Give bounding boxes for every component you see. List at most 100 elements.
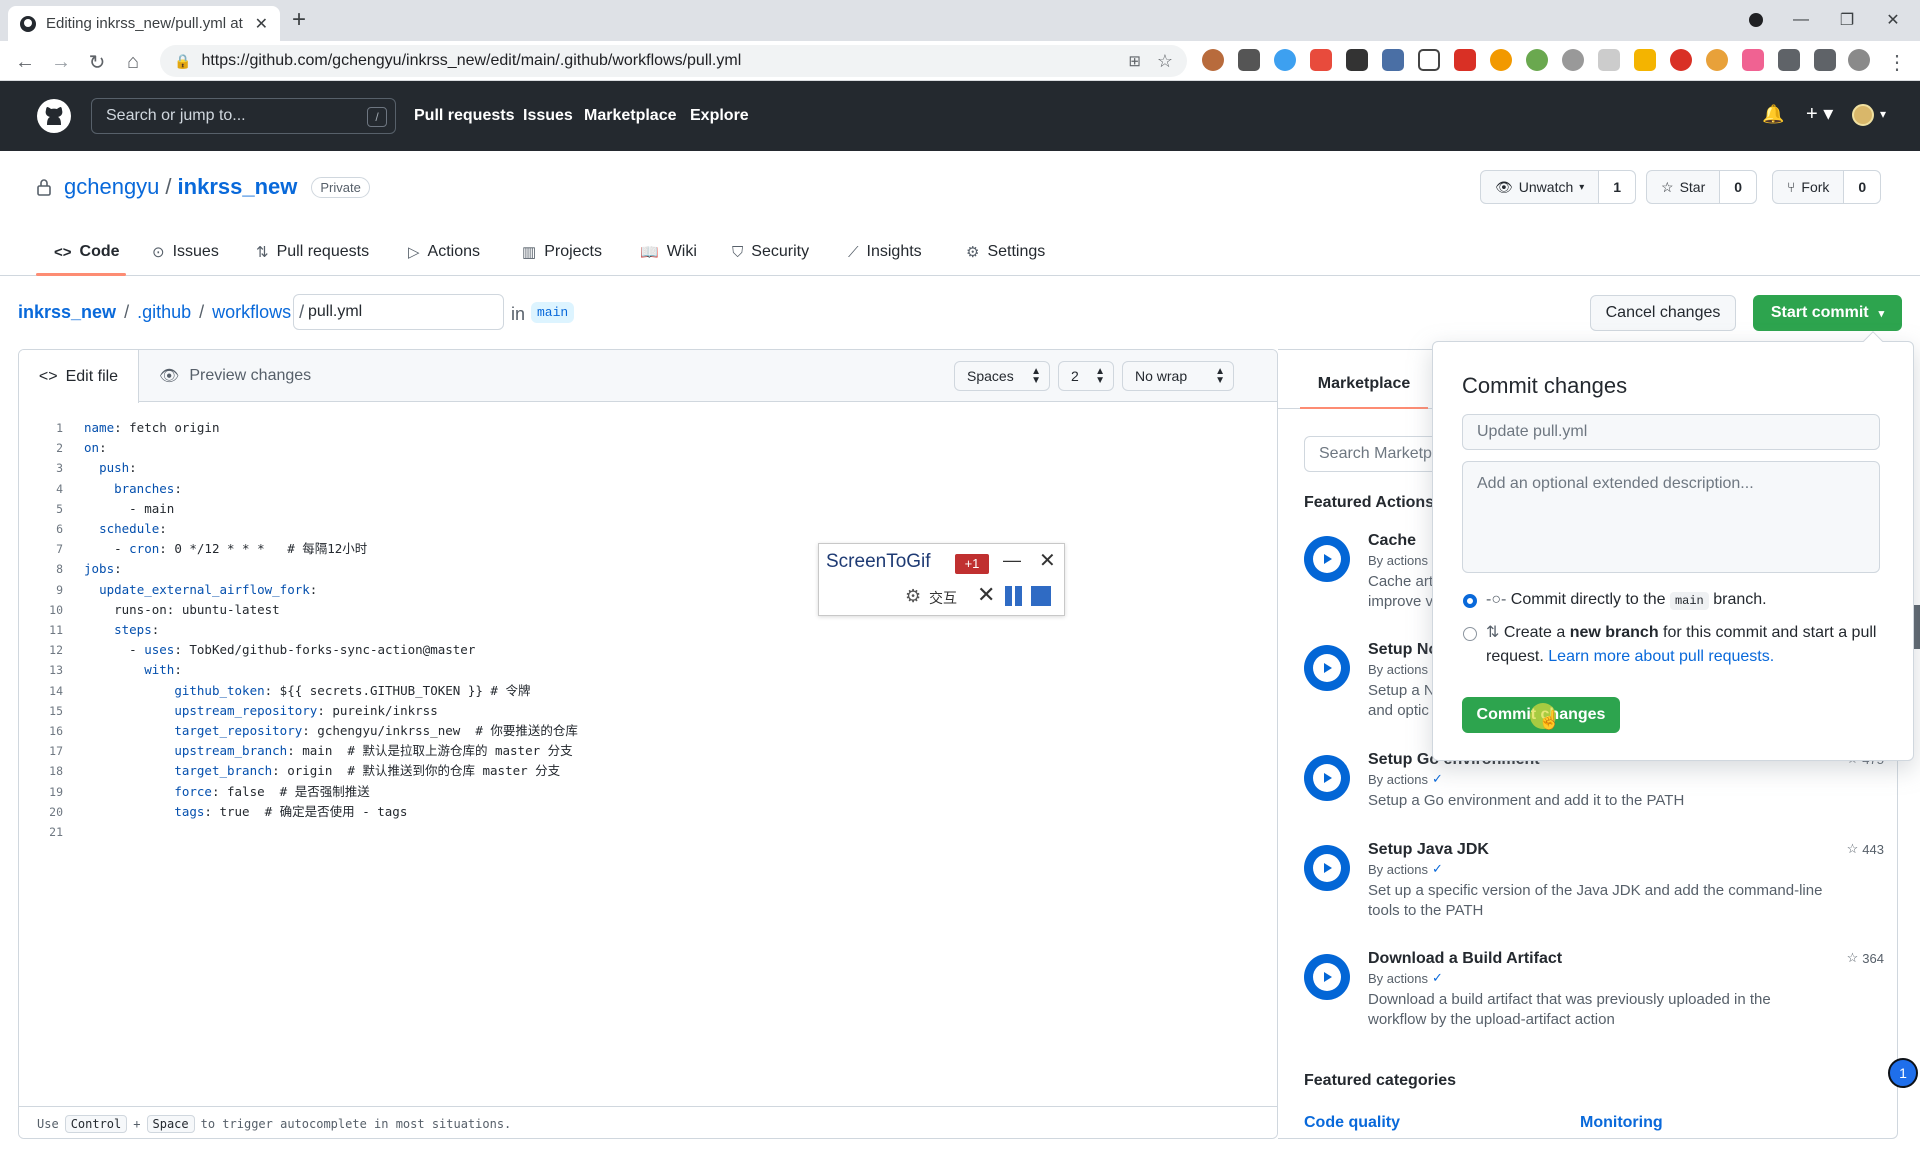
extension-icon[interactable] bbox=[1742, 49, 1764, 71]
code-line[interactable]: 17 upstream_branch: main # 默认是拉取上游仓库的 ma… bbox=[19, 741, 1219, 761]
code-line[interactable]: 5 - main bbox=[19, 499, 1219, 519]
browser-menu-icon[interactable]: ⋮ bbox=[1884, 49, 1910, 75]
new-branch-radio[interactable] bbox=[1463, 627, 1477, 641]
indent-size-select[interactable]: 2 ▲ ▼ bbox=[1058, 361, 1114, 391]
reload-icon[interactable]: ↻ bbox=[84, 49, 110, 75]
minimize-icon[interactable]: — bbox=[1003, 550, 1021, 571]
profile-menu-icon[interactable] bbox=[1741, 6, 1771, 34]
browser-tab[interactable]: Editing inkrss_new/pull.yml at ✕ bbox=[8, 6, 280, 41]
extension-icon[interactable] bbox=[1562, 49, 1584, 71]
back-icon[interactable]: ← bbox=[12, 49, 38, 75]
extension-icon[interactable] bbox=[1706, 49, 1728, 71]
github-logo-icon[interactable] bbox=[36, 98, 72, 134]
category-code-quality-link[interactable]: Code quality bbox=[1304, 1114, 1400, 1132]
extension-icon[interactable] bbox=[1598, 49, 1620, 71]
list-item[interactable]: Download a Build Artifact By actions ✓ Do… bbox=[1304, 950, 1884, 1030]
action-name[interactable]: Cache bbox=[1368, 532, 1416, 550]
minimize-icon[interactable]: — bbox=[1786, 6, 1816, 34]
tab-marketplace[interactable]: Marketplace bbox=[1300, 361, 1428, 409]
search-input[interactable]: Search or jump to... / bbox=[91, 98, 396, 134]
extension-icon[interactable] bbox=[1454, 49, 1476, 71]
extension-icon[interactable] bbox=[1418, 49, 1440, 71]
new-branch-option[interactable]: ⇅ Create a new branch for this commit an… bbox=[1486, 621, 1896, 669]
code-line[interactable]: 4 branches: bbox=[19, 479, 1219, 499]
pause-icon[interactable] bbox=[1015, 586, 1022, 606]
start-commit-button[interactable]: Start commit ▾ bbox=[1753, 295, 1902, 331]
address-bar[interactable]: 🔒 https://github.com/gchengyu/inkrss_new… bbox=[160, 45, 1187, 77]
extension-icon[interactable] bbox=[1670, 49, 1692, 71]
tab-projects[interactable]: ▥ Projects bbox=[522, 240, 602, 264]
extension-icon[interactable] bbox=[1310, 49, 1332, 71]
gear-icon[interactable]: ⚙ bbox=[905, 586, 921, 607]
code-line[interactable]: 13 with: bbox=[19, 660, 1219, 680]
wrap-mode-select[interactable]: No wrap ▲ ▼ bbox=[1122, 361, 1234, 391]
list-item[interactable]: Setup Java JDK By actions ✓ Set up a spec… bbox=[1304, 841, 1884, 921]
repo-owner-link[interactable]: gchengyu bbox=[64, 174, 159, 200]
notifications-bell-icon[interactable]: 🔔 bbox=[1762, 104, 1784, 125]
bookmark-star-icon[interactable]: ☆ bbox=[1157, 51, 1173, 72]
reading-list-icon[interactable] bbox=[1814, 49, 1836, 71]
nav-marketplace[interactable]: Marketplace bbox=[584, 107, 677, 125]
close-tab-icon[interactable]: ✕ bbox=[255, 14, 268, 34]
chevron-down-icon[interactable]: ▾ bbox=[1880, 107, 1886, 121]
new-tab-button[interactable]: + bbox=[292, 8, 306, 32]
restore-icon[interactable]: ❐ bbox=[1832, 6, 1862, 34]
home-icon[interactable]: ⌂ bbox=[120, 49, 146, 75]
screentogif-widget[interactable]: ScreenToGif +1 — ✕ ⚙ 交互 ✕ bbox=[818, 543, 1065, 616]
extension-icon[interactable] bbox=[1274, 49, 1296, 71]
extensions-puzzle-icon[interactable] bbox=[1778, 49, 1800, 71]
interact-label[interactable]: 交互 bbox=[929, 588, 957, 608]
star-button[interactable]: ☆ Star 0 bbox=[1646, 170, 1758, 204]
commit-description-textarea[interactable]: Add an optional extended description... bbox=[1462, 461, 1880, 573]
code-line[interactable]: 12 - uses: TobKed/github-forks-sync-acti… bbox=[19, 640, 1219, 660]
nav-explore[interactable]: Explore bbox=[690, 107, 749, 125]
code-line[interactable]: 3 push: bbox=[19, 458, 1219, 478]
close-window-icon[interactable]: ✕ bbox=[1878, 6, 1908, 34]
action-name[interactable]: Download a Build Artifact bbox=[1368, 950, 1562, 968]
nav-issues[interactable]: Issues bbox=[523, 107, 573, 125]
extension-icon[interactable] bbox=[1346, 49, 1368, 71]
unwatch-button[interactable]: 👁 Unwatch ▾ 1 bbox=[1480, 170, 1637, 204]
commit-direct-radio[interactable] bbox=[1463, 594, 1477, 608]
extension-icon[interactable] bbox=[1202, 49, 1224, 71]
tab-pull-requests[interactable]: ⇅ Pull requests bbox=[256, 240, 369, 264]
tab-insights[interactable]: ⟋ Insights bbox=[848, 240, 922, 264]
breadcrumb-root-link[interactable]: inkrss_new bbox=[18, 302, 116, 323]
extension-icon[interactable] bbox=[1526, 49, 1548, 71]
tab-wiki[interactable]: 📖 Wiki bbox=[640, 240, 697, 264]
profile-avatar-icon[interactable] bbox=[1848, 49, 1870, 71]
breadcrumb-github-link[interactable]: .github bbox=[137, 302, 191, 323]
stop-icon[interactable] bbox=[1031, 586, 1051, 606]
commit-summary-input[interactable]: Update pull.yml bbox=[1462, 414, 1880, 450]
forward-icon[interactable]: → bbox=[48, 49, 74, 75]
notification-count-badge[interactable]: 1 bbox=[1888, 1058, 1918, 1088]
code-line[interactable]: 19 force: false # 是否强制推送 bbox=[19, 782, 1219, 802]
create-new-plus-icon[interactable]: + ▾ bbox=[1806, 101, 1833, 126]
action-name[interactable]: Setup Java JDK bbox=[1368, 841, 1489, 859]
tab-security[interactable]: ⛉ Security bbox=[732, 240, 809, 264]
code-line[interactable]: 16 target_repository: gchengyu/inkrss_ne… bbox=[19, 721, 1219, 741]
nav-pull-requests[interactable]: Pull requests bbox=[414, 107, 514, 125]
learn-more-link[interactable]: Learn more about pull requests. bbox=[1548, 648, 1774, 665]
indent-mode-select[interactable]: Spaces ▲ ▼ bbox=[954, 361, 1050, 391]
close-icon[interactable]: ✕ bbox=[1039, 548, 1056, 573]
tab-edit-file[interactable]: <> Edit file bbox=[19, 350, 139, 403]
extension-icon[interactable] bbox=[1238, 49, 1260, 71]
extension-icon[interactable] bbox=[1634, 49, 1656, 71]
extension-icon[interactable] bbox=[1490, 49, 1512, 71]
code-line[interactable]: 6 schedule: bbox=[19, 519, 1219, 539]
code-line[interactable]: 11 steps: bbox=[19, 620, 1219, 640]
translate-icon[interactable]: ⊞ bbox=[1128, 52, 1141, 70]
action-name[interactable]: Setup No bbox=[1368, 641, 1438, 659]
extension-icon[interactable] bbox=[1382, 49, 1404, 71]
discard-icon[interactable]: ✕ bbox=[977, 582, 995, 608]
tab-settings[interactable]: ⚙ Settings bbox=[966, 240, 1045, 264]
tab-actions[interactable]: ▷ Actions bbox=[408, 240, 480, 264]
star-count[interactable]: 0 bbox=[1720, 171, 1757, 203]
code-line[interactable]: 21 bbox=[19, 822, 1219, 842]
fork-count[interactable]: 0 bbox=[1844, 171, 1881, 203]
cancel-changes-button[interactable]: Cancel changes bbox=[1590, 295, 1736, 331]
tab-code[interactable]: <> Code bbox=[54, 240, 120, 264]
code-line[interactable]: 15 upstream_repository: pureink/inkrss bbox=[19, 701, 1219, 721]
pause-icon[interactable] bbox=[1005, 586, 1012, 606]
